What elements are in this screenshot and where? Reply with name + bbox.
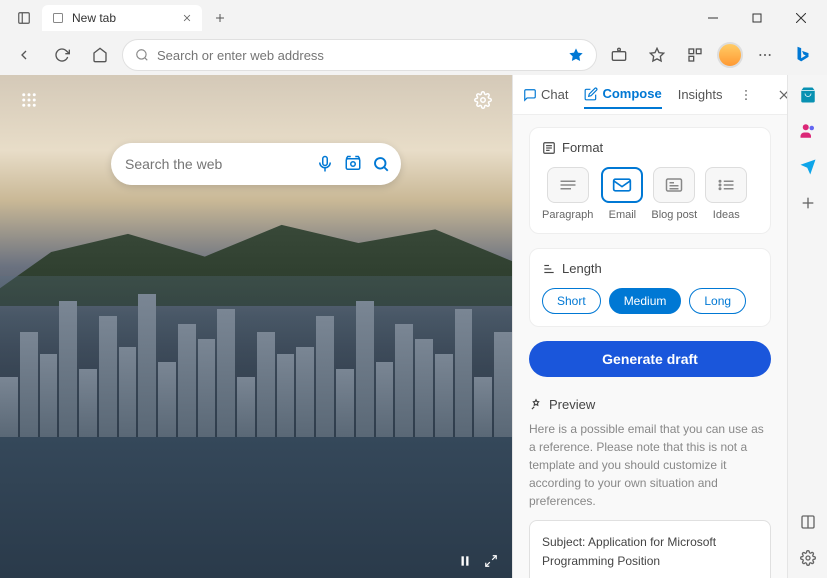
ntp-search-input[interactable] [125,156,306,172]
tab-actions-button[interactable] [10,4,38,32]
length-icon [542,262,556,276]
length-medium[interactable]: Medium [609,288,682,314]
refresh-button[interactable] [46,39,78,71]
voice-search-icon[interactable] [316,155,334,173]
image-search-icon[interactable] [344,155,362,173]
rail-split-icon[interactable] [796,510,820,534]
format-email-label: Email [609,209,637,221]
panel-more-button[interactable] [739,88,753,102]
format-icon [542,141,556,155]
generate-draft-button[interactable]: Generate draft [529,341,771,377]
length-short[interactable]: Short [542,288,601,314]
pause-button[interactable] [458,554,472,568]
background-skyline [0,286,512,437]
browser-tab[interactable]: New tab [42,5,202,31]
rail-shopping-icon[interactable] [796,83,820,107]
minimize-button[interactable] [691,2,735,34]
close-window-button[interactable] [779,2,823,34]
ntp-search-box[interactable] [111,143,401,185]
rail-settings-icon[interactable] [796,546,820,570]
close-tab-button[interactable] [182,13,192,23]
preview-note: Here is a possible email that you can us… [529,420,771,510]
format-ideas-label: Ideas [713,209,740,221]
new-tab-page [0,75,512,578]
format-blog[interactable]: Blog post [651,167,697,221]
panel-close-button[interactable] [777,88,787,102]
menu-button[interactable] [749,39,781,71]
search-submit-icon[interactable] [372,155,390,173]
page-settings-button[interactable] [474,91,492,109]
compose-icon [584,87,598,101]
profile-avatar[interactable] [717,42,743,68]
format-paragraph[interactable]: Paragraph [542,167,593,221]
apps-grid-button[interactable] [20,91,38,109]
bing-sidebar-button[interactable] [787,39,819,71]
maximize-button[interactable] [735,2,779,34]
rail-add-icon[interactable] [796,191,820,215]
preview-content: Subject: Application for Microsoft Progr… [529,520,771,578]
preview-subject: Subject: Application for Microsoft Progr… [542,533,758,571]
search-icon [135,48,149,62]
page-icon [52,12,64,24]
address-input[interactable] [157,48,560,63]
tab-chat-label: Chat [541,87,568,102]
fullscreen-button[interactable] [484,554,498,568]
compose-panel: Chat Compose Insights Format [512,75,787,578]
collections-button[interactable] [679,39,711,71]
favorite-star-icon[interactable] [568,47,584,63]
format-ideas[interactable]: Ideas [705,167,747,221]
format-email[interactable]: Email [601,167,643,221]
tab-compose-label: Compose [602,86,661,101]
format-paragraph-label: Paragraph [542,209,593,221]
background-water [0,437,512,578]
tab-compose[interactable]: Compose [584,80,661,109]
back-button[interactable] [8,39,40,71]
rail-people-icon[interactable] [796,119,820,143]
extensions-button[interactable] [603,39,635,71]
address-bar[interactable] [122,39,597,71]
new-tab-button[interactable] [206,4,234,32]
favorites-button[interactable] [641,39,673,71]
home-button[interactable] [84,39,116,71]
preview-section-title: Preview [529,397,771,412]
rail-send-icon[interactable] [796,155,820,179]
tab-chat[interactable]: Chat [523,81,568,108]
chat-icon [523,88,537,102]
length-long[interactable]: Long [689,288,746,314]
format-blog-label: Blog post [651,209,697,221]
tab-insights-label: Insights [678,87,723,102]
sidebar-rail [787,75,827,578]
format-section-title: Format [542,140,758,155]
tab-insights[interactable]: Insights [678,81,723,108]
preview-icon [529,398,543,412]
tab-title: New tab [72,11,116,25]
length-section-title: Length [542,261,758,276]
